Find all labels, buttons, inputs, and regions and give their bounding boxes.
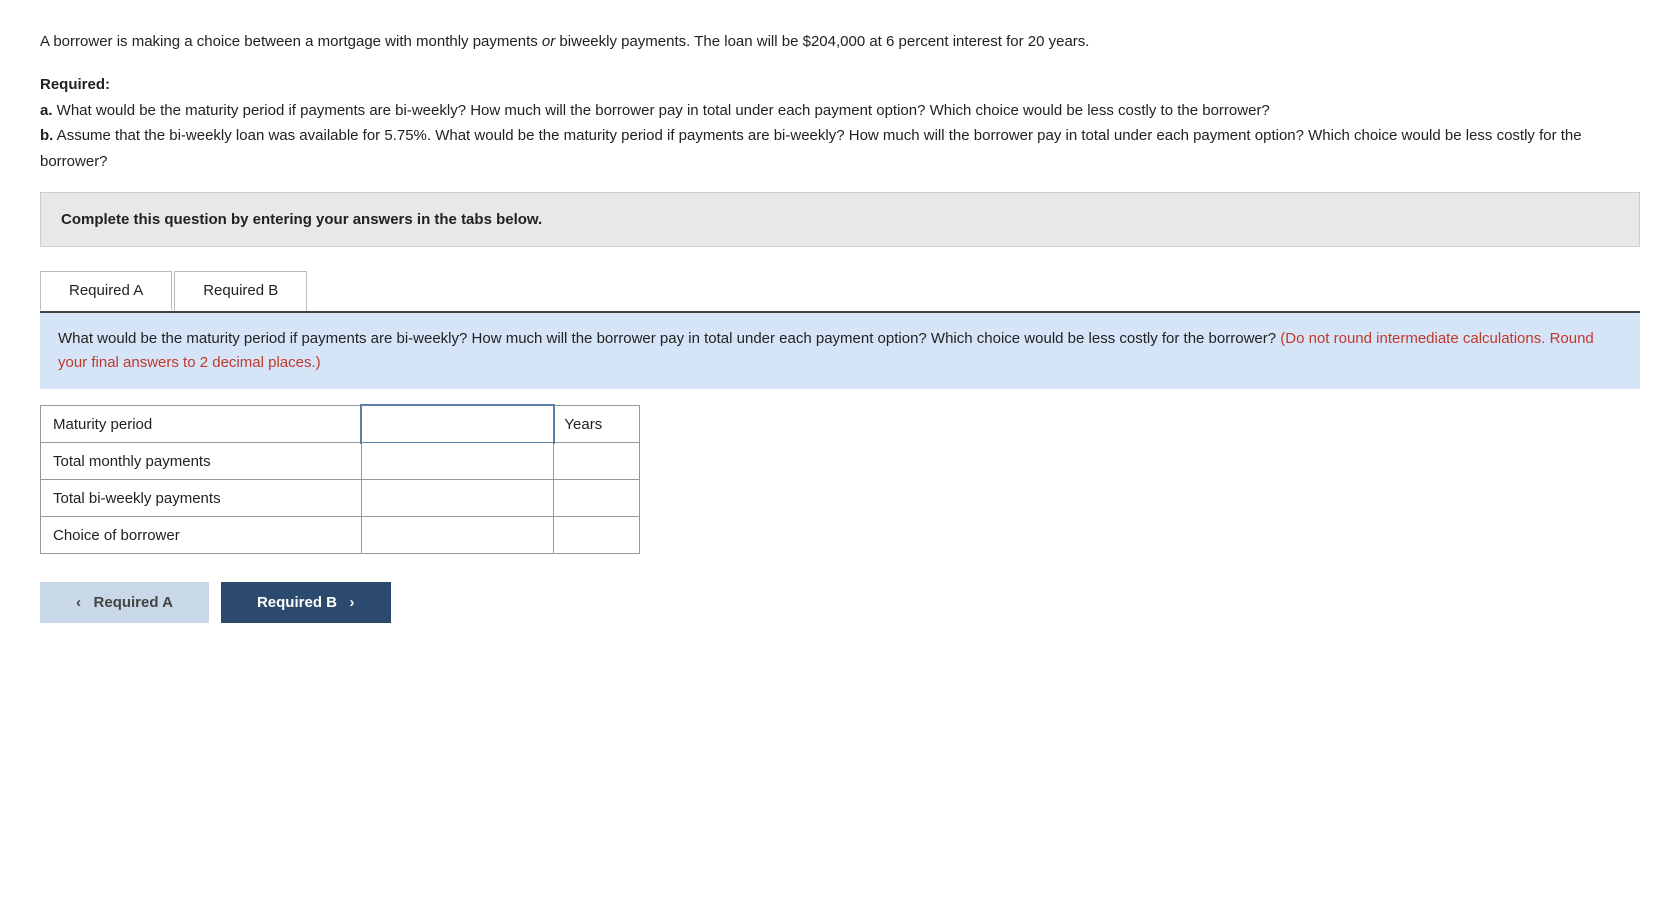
maturity-period-input[interactable] — [362, 406, 554, 442]
total-monthly-unit — [554, 443, 640, 480]
part-b-label: b. — [40, 127, 53, 144]
instruction-text: Complete this question by entering your … — [61, 211, 542, 228]
intro-paragraph: A borrower is making a choice between a … — [40, 30, 1640, 54]
prev-button[interactable]: ‹ Required A — [40, 582, 209, 623]
table-row: Choice of borrower — [41, 517, 640, 554]
part-a-label: a. — [40, 102, 53, 119]
table-row: Maturity period Years — [41, 406, 640, 443]
required-title: Required: — [40, 76, 110, 93]
total-monthly-input-cell — [361, 443, 554, 480]
total-biweekly-input-cell — [361, 480, 554, 517]
tab-required-b[interactable]: Required B — [174, 271, 307, 311]
choice-borrower-input-cell — [361, 517, 554, 554]
next-arrow: › — [350, 594, 355, 611]
answer-table: Maturity period Years Total monthly paym… — [40, 405, 640, 554]
maturity-period-label: Maturity period — [41, 406, 362, 443]
required-section: Required: a. What would be the maturity … — [40, 72, 1640, 174]
intro-text-2: biweekly payments. The loan will be $204… — [555, 33, 1089, 50]
choice-borrower-unit — [554, 517, 640, 554]
next-button[interactable]: Required B › — [221, 582, 391, 623]
total-biweekly-unit — [554, 480, 640, 517]
instruction-box: Complete this question by entering your … — [40, 192, 1640, 247]
maturity-period-unit: Years — [554, 406, 640, 443]
choice-borrower-input[interactable] — [362, 517, 554, 553]
tab-content: What would be the maturity period if pay… — [40, 311, 1640, 623]
prev-arrow: ‹ — [76, 594, 81, 611]
tabs-container: Required A Required B What would be the … — [40, 271, 1640, 623]
question-black-text: What would be the maturity period if pay… — [58, 330, 1276, 347]
choice-borrower-label: Choice of borrower — [41, 517, 362, 554]
tabs-header: Required A Required B — [40, 271, 1640, 311]
tab-question: What would be the maturity period if pay… — [40, 313, 1640, 389]
total-biweekly-label: Total bi-weekly payments — [41, 480, 362, 517]
prev-label: Required A — [94, 594, 173, 611]
table-row: Total bi-weekly payments — [41, 480, 640, 517]
intro-text-1: A borrower is making a choice between a … — [40, 33, 542, 50]
next-label: Required B — [257, 594, 337, 611]
intro-italic: or — [542, 33, 555, 50]
table-row: Total monthly payments — [41, 443, 640, 480]
tab-required-a[interactable]: Required A — [40, 271, 172, 311]
total-biweekly-input[interactable] — [362, 480, 554, 516]
total-monthly-input[interactable] — [362, 443, 554, 479]
total-monthly-label: Total monthly payments — [41, 443, 362, 480]
maturity-period-input-cell — [361, 406, 554, 443]
part-b-text: Assume that the bi-weekly loan was avail… — [40, 127, 1582, 170]
nav-buttons: ‹ Required A Required B › — [40, 582, 1640, 623]
part-a-text: What would be the maturity period if pay… — [53, 102, 1270, 119]
